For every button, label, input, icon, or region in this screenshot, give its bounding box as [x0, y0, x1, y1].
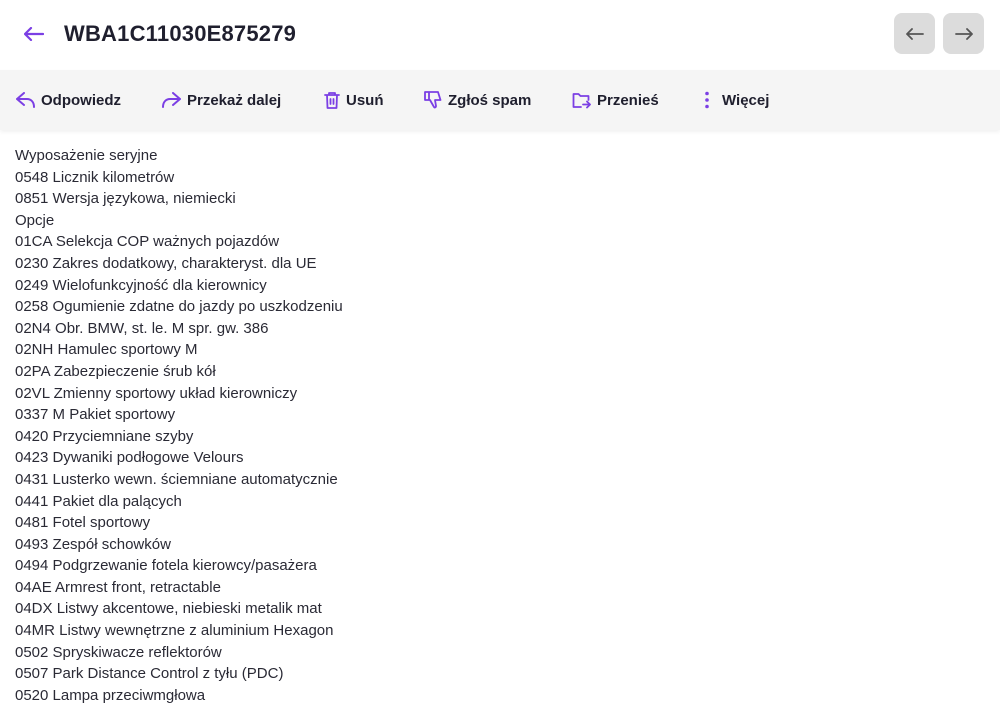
- arrow-left-icon: [905, 27, 924, 40]
- message-body-line: Opcje: [15, 211, 55, 229]
- folder-move-icon: [572, 92, 591, 108]
- message-body-line: 0548 Licznik kilometrów: [15, 168, 175, 186]
- message-body-line: 0337 M Pakiet sportowy: [15, 406, 176, 424]
- forward-label: Przekaż dalej: [187, 91, 282, 109]
- arrow-right-icon: [954, 27, 973, 40]
- message-body-line: 0420 Przyciemniane szyby: [15, 427, 194, 445]
- forward-button[interactable]: Przekaż dalej: [162, 82, 281, 118]
- message-body-line: 0258 Ogumienie zdatne do jazdy po uszkod…: [15, 298, 343, 316]
- message-body-line: 04DX Listwy akcentowe, niebieski metalik…: [15, 600, 322, 618]
- message-body-line: 0431 Lusterko wewn. ściemniane automatyc…: [15, 470, 338, 488]
- message-body: Wyposażenie seryjne 0548 Licznik kilometr…: [15, 145, 985, 706]
- message-body-line: 0249 Wielofunkcyjność dla kierownicy: [15, 276, 267, 294]
- message-body-line: 0851 Wersja językowa, niemiecki: [15, 190, 236, 208]
- reply-icon: [16, 92, 35, 108]
- next-message-button[interactable]: [943, 13, 984, 54]
- message-body-line: 0502 Spryskiwacze reflektorów: [15, 643, 222, 661]
- delete-label: Usuń: [346, 91, 384, 109]
- message-body-line: 0423 Dywaniki podłogowe Velours: [15, 449, 244, 467]
- reply-label: Odpowiedz: [41, 91, 121, 109]
- message-body-line: 04MR Listwy wewnętrzne z aluminium Hexag…: [15, 622, 334, 640]
- message-subject: WBA1C11030E875279: [64, 21, 297, 46]
- trash-icon: [324, 92, 340, 109]
- more-button[interactable]: Więcej: [698, 82, 769, 118]
- arrow-left-icon: [24, 27, 44, 41]
- message-body-line: 02PA Zabezpieczenie śrub kół: [15, 362, 216, 380]
- message-header: WBA1C11030E875279: [0, 0, 1000, 70]
- message-body-line: 0507 Park Distance Control z tyłu (PDC): [15, 665, 284, 683]
- back-button[interactable]: [18, 18, 50, 50]
- report-spam-label: Zgłoś spam: [448, 91, 532, 109]
- message-body-line: 01CA Selekcja COP ważnych pojazdów: [15, 233, 280, 251]
- message-body-line: 0230 Zakres dodatkowy, charakteryst. dla…: [15, 254, 317, 272]
- message-body-line: 02N4 Obr. BMW, st. le. M spr. gw. 386: [15, 319, 269, 337]
- message-body-line: 0520 Lampa przeciwmgłowa: [15, 686, 206, 704]
- message-body-line: 04AE Armrest front, retractable: [15, 578, 221, 596]
- message-body-line: 0493 Zespół schowków: [15, 535, 171, 553]
- move-button[interactable]: Przenieś: [572, 82, 659, 118]
- message-body-line: 02VL Zmienny sportowy układ kierowniczy: [15, 384, 298, 402]
- message-body-line: 0481 Fotel sportowy: [15, 514, 151, 532]
- thumbs-down-icon: [424, 91, 442, 109]
- move-label: Przenieś: [597, 91, 659, 109]
- message-body-line: 0441 Pakiet dla palących: [15, 492, 182, 510]
- report-spam-button[interactable]: Zgłoś spam: [424, 82, 531, 118]
- forward-icon: [162, 92, 181, 108]
- message-body-line: 02NH Hamulec sportowy M: [15, 341, 198, 359]
- previous-message-button[interactable]: [894, 13, 935, 54]
- message-body-line: Wyposażenie seryjne: [15, 147, 158, 164]
- message-toolbar: Odpowiedz Przekaż dalej Usuń Zgłoś spam …: [0, 70, 1000, 130]
- message-body-line: 0494 Podgrzewanie fotela kierowcy/pasaże…: [15, 557, 317, 575]
- more-vertical-icon: [705, 91, 709, 109]
- reply-button[interactable]: Odpowiedz: [16, 82, 121, 118]
- more-label: Więcej: [722, 91, 770, 109]
- delete-button[interactable]: Usuń: [324, 82, 384, 118]
